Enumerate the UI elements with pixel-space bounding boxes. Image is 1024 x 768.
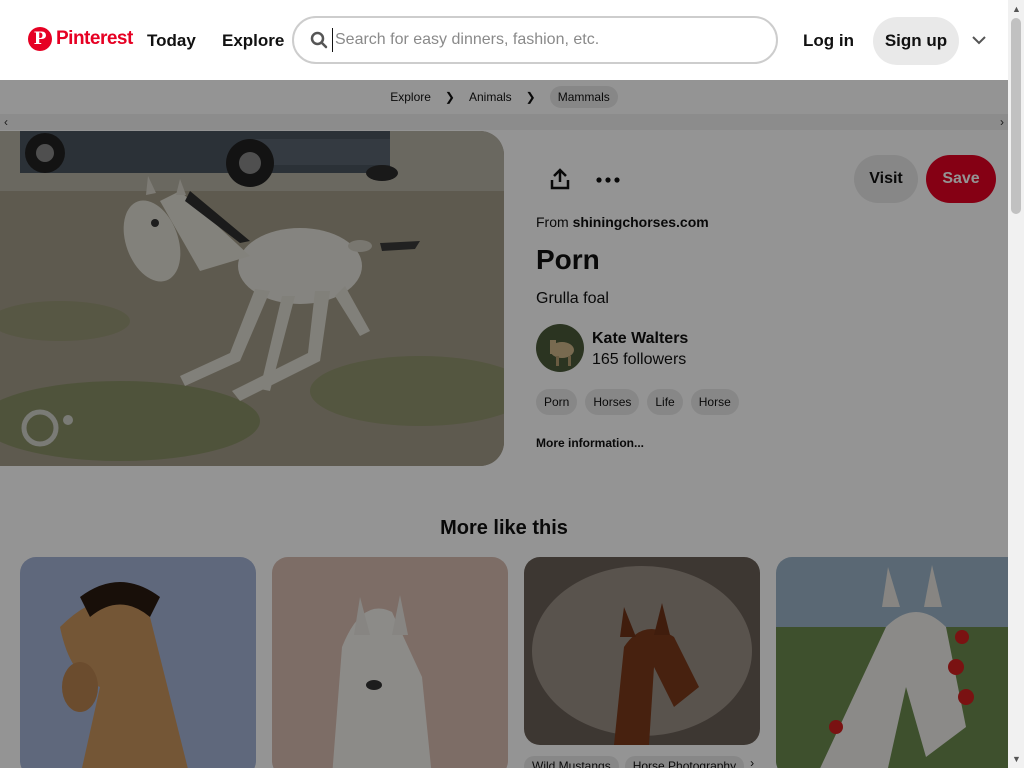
- tag-chip[interactable]: Life: [647, 389, 683, 415]
- tag-chip[interactable]: Horse Photography: [624, 756, 745, 768]
- logo-text: Pinterest: [56, 28, 133, 49]
- pin-source: From shiningchorses.com: [536, 214, 709, 230]
- more-information-link[interactable]: More information...: [536, 436, 644, 450]
- pin-image[interactable]: [0, 131, 504, 466]
- tag-chip[interactable]: Horses: [585, 389, 640, 415]
- vertical-scrollbar[interactable]: ▲ ▼: [1008, 0, 1024, 768]
- scroll-down-icon[interactable]: ▼: [1012, 754, 1021, 764]
- scroll-left-icon[interactable]: ‹: [4, 115, 8, 129]
- pinterest-logo[interactable]: P Pinterest: [28, 27, 133, 51]
- search-input[interactable]: [332, 28, 752, 52]
- pinterest-logo-icon: P: [28, 27, 52, 51]
- chevron-right-icon: ❯: [525, 90, 536, 104]
- foal-photo: [0, 131, 504, 466]
- breadcrumb-mammals[interactable]: Mammals: [549, 86, 618, 108]
- related-card-tags: Wild Mustangs Horse Photography ›: [524, 756, 754, 768]
- related-pin-card[interactable]: [776, 557, 1008, 768]
- pin-description: Grulla foal: [536, 290, 609, 307]
- source-link[interactable]: shiningchorses.com: [573, 214, 709, 230]
- tag-chip[interactable]: Horse: [690, 389, 739, 415]
- visit-button[interactable]: Visit: [854, 155, 918, 203]
- breadcrumb-explore[interactable]: Explore: [390, 90, 431, 104]
- search-bar[interactable]: [292, 16, 778, 64]
- search-icon: [310, 31, 328, 49]
- related-pin-card[interactable]: [20, 557, 256, 768]
- follower-count: 165 followers: [592, 351, 687, 368]
- save-button[interactable]: Save: [926, 155, 996, 203]
- signup-button[interactable]: Sign up: [873, 17, 959, 65]
- chevron-down-icon[interactable]: [970, 31, 988, 49]
- top-header: P Pinterest Today Explore Log in Sign up: [0, 0, 1008, 80]
- bay-foal-icon: [524, 557, 760, 745]
- scrollbar-thumb[interactable]: [1011, 18, 1021, 214]
- white-horse-icon: [272, 557, 508, 768]
- scroll-right-icon[interactable]: ›: [1000, 115, 1004, 129]
- login-button[interactable]: Log in: [803, 31, 854, 51]
- avatar[interactable]: [536, 324, 584, 372]
- breadcrumb-animals[interactable]: Animals: [469, 90, 512, 104]
- buckskin-horse-icon: [20, 557, 256, 768]
- nav-today[interactable]: Today: [147, 31, 196, 51]
- nav-explore[interactable]: Explore: [222, 31, 284, 51]
- chevron-right-icon[interactable]: ›: [750, 756, 754, 768]
- more-options-icon[interactable]: [596, 177, 620, 183]
- related-pin-card[interactable]: [524, 557, 760, 745]
- more-like-this-heading: More like this: [440, 517, 568, 539]
- related-pin-card[interactable]: [272, 557, 508, 768]
- breadcrumb: Explore ❯ Animals ❯ Mammals: [0, 80, 1008, 114]
- horizontal-scrollbar[interactable]: ‹ ›: [0, 114, 1008, 130]
- creator-name[interactable]: Kate Walters: [592, 330, 688, 348]
- tag-chip[interactable]: Porn: [536, 389, 578, 415]
- tag-chip[interactable]: Wild Mustangs: [524, 756, 619, 768]
- pin-title: Porn: [536, 244, 600, 275]
- scroll-up-icon[interactable]: ▲: [1012, 4, 1021, 14]
- arabian-horse-icon: [776, 557, 1008, 768]
- pin-tags: Porn Horses Life Horse: [536, 389, 739, 415]
- share-icon[interactable]: [548, 167, 572, 191]
- source-prefix: From: [536, 214, 569, 230]
- pin-page: Explore ❯ Animals ❯ Mammals ‹ › Visit Sa…: [0, 80, 1008, 768]
- chevron-right-icon: ❯: [444, 90, 455, 104]
